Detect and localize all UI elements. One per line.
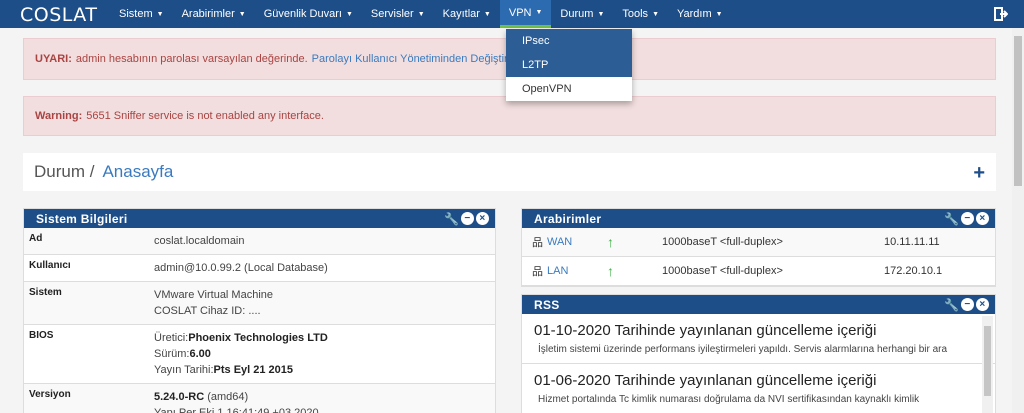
- menu-item-openvpn[interactable]: OpenVPN: [506, 77, 632, 101]
- caret-down-icon: ▼: [597, 10, 605, 18]
- row-key: Ad: [29, 233, 43, 244]
- wrench-icon[interactable]: 🔧: [944, 298, 959, 311]
- menu-item-l2tp[interactable]: L2TP: [506, 53, 632, 77]
- table-row: Kullanıcı admin@10.0.99.2 (Local Databas…: [24, 255, 495, 282]
- wrench-icon[interactable]: 🔧: [444, 212, 459, 225]
- network-icon: 品: [532, 266, 543, 278]
- table-row: Versiyon 5.24.0-RC (amd64) Yapı Per Eki …: [24, 384, 495, 413]
- row-key: Sistem: [29, 287, 62, 298]
- table-row: 品 LAN ↑ 1000baseT <full-duplex> 172.20.10…: [522, 257, 995, 286]
- network-icon: 品: [532, 237, 543, 249]
- panel-title: Sistem Bilgileri: [36, 211, 128, 226]
- nav-yardim[interactable]: Yardım ▼: [668, 0, 732, 28]
- row-value: 5.24.0-RC (amd64) Yapı Per Eki 1 16:41:4…: [154, 391, 319, 413]
- rss-item-desc: Hizmet portalında Tc kimlik numarası doğ…: [538, 394, 920, 405]
- close-icon[interactable]: ×: [976, 212, 989, 225]
- row-value: Üretici:Phoenix Technologies LTD Sürüm:6…: [154, 332, 328, 376]
- table-row: BIOS Üretici:Phoenix Technologies LTD Sü…: [24, 325, 495, 384]
- caret-down-icon: ▼: [483, 10, 491, 18]
- list-item: 01-10-2020 Tarihinde yayınlanan güncelle…: [522, 314, 995, 364]
- alert-prefix: UYARI:: [35, 53, 72, 65]
- main-nav: Sistem ▼ Arabirimler ▼ Güvenlik Duvarı ▼ Se…: [110, 0, 732, 28]
- panel-title: RSS: [534, 297, 560, 312]
- nav-vpn[interactable]: VPN ▼: [499, 0, 552, 28]
- add-widget-icon[interactable]: +: [973, 162, 985, 185]
- row-key: Kullanıcı: [29, 260, 71, 271]
- interface-ip: 10.11.11.11: [884, 236, 940, 248]
- top-navbar: COSLAT Sistem ▼ Arabirimler ▼ Güvenlik Duv…: [0, 0, 1024, 28]
- rss-panel: RSS 🔧 − × 01-10-2020 Tarihinde yayınlana…: [521, 294, 996, 413]
- wrench-icon[interactable]: 🔧: [944, 212, 959, 225]
- interface-ip: 172.20.10.1: [884, 265, 943, 277]
- minimize-icon[interactable]: −: [961, 212, 974, 225]
- table-row: Sistem VMware Virtual Machine COSLAT Cih…: [24, 282, 495, 325]
- page-scrollbar[interactable]: [1012, 28, 1024, 413]
- sniffer-warning-alert: Warning: 5651 Sniffer service is not ena…: [23, 96, 996, 136]
- system-info-panel: Sistem Bilgileri 🔧 − × Ad coslat.localdo…: [23, 208, 496, 413]
- table-row: Ad coslat.localdomain: [24, 228, 495, 255]
- scrollbar-thumb[interactable]: [984, 326, 991, 396]
- page-title[interactable]: Anasayfa: [102, 162, 173, 182]
- nav-sistem[interactable]: Sistem ▼: [110, 0, 173, 28]
- interfaces-panel: Arabirimler 🔧 − × 品 WAN ↑ 1000baseT <full…: [521, 208, 996, 287]
- page-header: Durum / Anasayfa +: [23, 153, 996, 191]
- status-up-icon: ↑: [607, 263, 614, 279]
- nav-durum[interactable]: Durum ▼: [551, 0, 613, 28]
- caret-down-icon: ▼: [417, 10, 425, 18]
- panel-header: Arabirimler 🔧 − ×: [522, 209, 995, 228]
- nav-arabirimler[interactable]: Arabirimler ▼: [173, 0, 255, 28]
- alert-text: admin hesabının parolası varsayılan değe…: [75, 53, 308, 65]
- interface-link-wan[interactable]: WAN: [547, 236, 572, 248]
- caret-down-icon: ▼: [715, 10, 723, 18]
- panel-title: Arabirimler: [534, 211, 602, 226]
- rss-item-title[interactable]: 01-10-2020 Tarihinde yayınlanan güncelle…: [534, 322, 983, 339]
- rss-item-title[interactable]: 01-06-2020 Tarihinde yayınlanan güncelle…: [534, 372, 983, 389]
- interface-media: 1000baseT <full-duplex>: [662, 265, 783, 277]
- row-value: admin@10.0.99.2 (Local Database): [154, 262, 328, 274]
- panel-header: Sistem Bilgileri 🔧 − ×: [24, 209, 495, 228]
- nav-guvenlik-duvari[interactable]: Güvenlik Duvarı ▼: [255, 0, 362, 28]
- nav-servisler[interactable]: Servisler ▼: [362, 0, 434, 28]
- caret-down-icon: ▼: [238, 10, 246, 18]
- interface-link-lan[interactable]: LAN: [547, 265, 568, 277]
- rss-scrollbar[interactable]: [982, 316, 993, 413]
- row-key: BIOS: [29, 330, 54, 341]
- change-password-link[interactable]: Parolayı Kullanıcı Yönetiminden Değiştir: [312, 53, 508, 65]
- alert-text: 5651 Sniffer service is not enabled any …: [86, 110, 324, 122]
- minimize-icon[interactable]: −: [461, 212, 474, 225]
- caret-down-icon: ▼: [652, 10, 659, 18]
- close-icon[interactable]: ×: [476, 212, 489, 225]
- vpn-dropdown-menu: IPsec L2TP OpenVPN: [506, 29, 632, 101]
- table-row: 品 WAN ↑ 1000baseT <full-duplex> 10.11.11.…: [522, 228, 995, 257]
- panel-header: RSS 🔧 − ×: [522, 295, 995, 314]
- minimize-icon[interactable]: −: [961, 298, 974, 311]
- caret-down-icon: ▼: [156, 10, 164, 18]
- nav-tools[interactable]: Tools ▼: [613, 0, 668, 28]
- list-item: 01-06-2020 Tarihinde yayınlanan güncelle…: [522, 364, 995, 413]
- nav-kayitlar[interactable]: Kayıtlar ▼: [434, 0, 500, 28]
- status-up-icon: ↑: [607, 234, 614, 250]
- system-info-table: Ad coslat.localdomain Kullanıcı admin@10…: [24, 228, 495, 413]
- breadcrumb-parent: Durum /: [34, 162, 95, 181]
- close-icon[interactable]: ×: [976, 298, 989, 311]
- row-value: VMware Virtual Machine COSLAT Cihaz ID: …: [154, 289, 274, 317]
- brand-logo[interactable]: COSLAT: [20, 4, 97, 26]
- rss-item-desc: İşletim sistemi üzerinde performans iyil…: [538, 344, 948, 355]
- rss-feed: 01-10-2020 Tarihinde yayınlanan güncelle…: [522, 314, 995, 413]
- caret-down-icon: ▼: [345, 10, 353, 18]
- menu-item-ipsec[interactable]: IPsec: [506, 29, 632, 53]
- alert-prefix: Warning:: [35, 110, 83, 122]
- caret-down-icon: ▼: [535, 9, 543, 16]
- logout-icon[interactable]: [994, 7, 1008, 21]
- scrollbar-thumb[interactable]: [1014, 36, 1022, 186]
- row-key: Versiyon: [29, 389, 71, 400]
- row-value: coslat.localdomain: [154, 235, 245, 247]
- interface-media: 1000baseT <full-duplex>: [662, 236, 783, 248]
